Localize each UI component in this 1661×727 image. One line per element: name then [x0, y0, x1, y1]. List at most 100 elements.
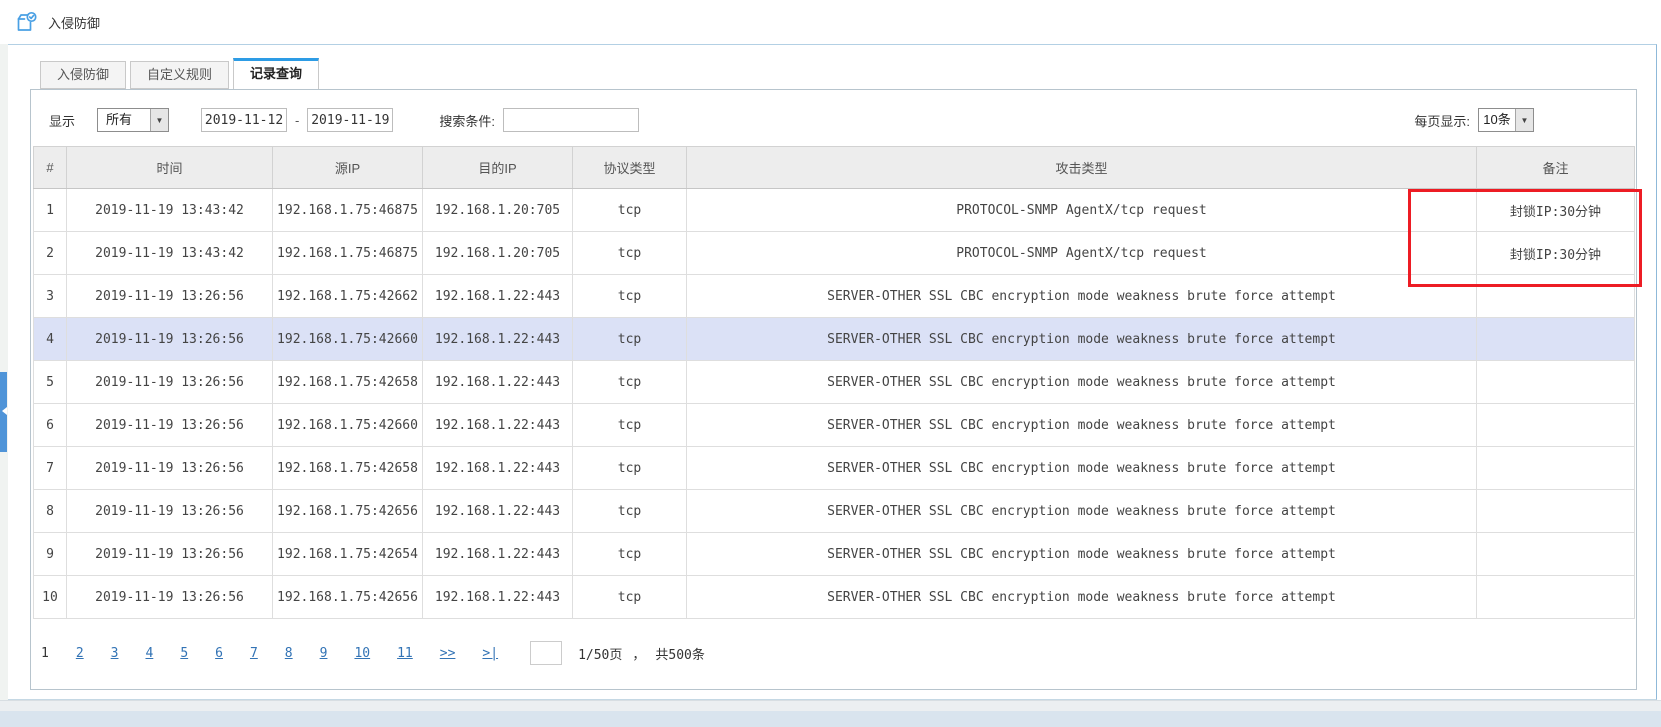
cell-source-ip: 192.168.1.75:42662 — [273, 275, 423, 318]
page-jump-input[interactable] — [530, 641, 562, 665]
cell-dest-ip: 192.168.1.22:443 — [423, 447, 573, 490]
date-to-input[interactable] — [307, 108, 393, 132]
cell-dest-ip: 192.168.1.22:443 — [423, 275, 573, 318]
cell-attack-type: PROTOCOL-SNMP AgentX/tcp request — [687, 232, 1477, 275]
tab-自定义规则[interactable]: 自定义规则 — [130, 61, 229, 89]
page-link[interactable]: 4 — [145, 646, 153, 661]
table-row[interactable]: 2 2019-11-19 13:43:42 192.168.1.75:46875… — [34, 232, 1635, 275]
cell-index: 5 — [34, 361, 67, 404]
cell-source-ip: 192.168.1.75:42658 — [273, 447, 423, 490]
search-input[interactable] — [503, 108, 639, 132]
cell-time: 2019-11-19 13:43:42 — [67, 232, 273, 275]
cell-protocol: tcp — [573, 232, 687, 275]
cell-time: 2019-11-19 13:26:56 — [67, 318, 273, 361]
table-row[interactable]: 6 2019-11-19 13:26:56 192.168.1.75:42660… — [34, 404, 1635, 447]
cell-attack-type: SERVER-OTHER SSL CBC encryption mode wea… — [687, 275, 1477, 318]
table-row[interactable]: 1 2019-11-19 13:43:42 192.168.1.75:46875… — [34, 189, 1635, 232]
column-header: 协议类型 — [573, 147, 687, 189]
table-row[interactable]: 8 2019-11-19 13:26:56 192.168.1.75:42656… — [34, 490, 1635, 533]
cell-source-ip: 192.168.1.75:42656 — [273, 576, 423, 619]
cell-source-ip: 192.168.1.75:46875 — [273, 189, 423, 232]
cell-dest-ip: 192.168.1.20:705 — [423, 189, 573, 232]
bottom-band-light — [0, 700, 1661, 711]
page-title: 入侵防御 — [48, 13, 100, 32]
page-link[interactable]: 3 — [111, 646, 119, 661]
column-header: 时间 — [67, 147, 273, 189]
page-link[interactable]: 8 — [285, 646, 293, 661]
per-page-select-value: 10条 — [1479, 109, 1515, 131]
cell-time: 2019-11-19 13:26:56 — [67, 404, 273, 447]
page-info: 1/50页 — [578, 644, 622, 663]
cell-attack-type: SERVER-OTHER SSL CBC encryption mode wea… — [687, 533, 1477, 576]
search-label: 搜索条件: — [439, 111, 495, 130]
sidebar-collapse-handle[interactable] — [0, 372, 7, 452]
page-info-separator: ， — [632, 644, 645, 663]
log-table: #时间源IP目的IP协议类型攻击类型备注 1 2019-11-19 13:43:… — [33, 146, 1635, 619]
column-header: 源IP — [273, 147, 423, 189]
page-link[interactable]: 7 — [250, 646, 258, 661]
pagination: 1 234567891011 >> >| 1/50页 ， 共500条 — [39, 641, 1636, 665]
page-link[interactable]: 11 — [397, 646, 413, 661]
cell-protocol: tcp — [573, 447, 687, 490]
current-page: 1 — [41, 646, 49, 661]
log-table-body: 1 2019-11-19 13:43:42 192.168.1.75:46875… — [34, 189, 1635, 619]
cell-note — [1477, 447, 1635, 490]
page-header: 入侵防御 — [0, 0, 1661, 44]
page-link[interactable]: 2 — [76, 646, 84, 661]
table-row[interactable]: 5 2019-11-19 13:26:56 192.168.1.75:42658… — [34, 361, 1635, 404]
cell-protocol: tcp — [573, 404, 687, 447]
cell-note — [1477, 361, 1635, 404]
cell-time: 2019-11-19 13:26:56 — [67, 275, 273, 318]
cell-source-ip: 192.168.1.75:42654 — [273, 533, 423, 576]
cell-attack-type: SERVER-OTHER SSL CBC encryption mode wea… — [687, 404, 1477, 447]
page-links: 2 3 4 5 6 7 8 9 10 11 — [49, 646, 413, 661]
last-page-link[interactable]: >| — [482, 646, 498, 661]
cell-index: 6 — [34, 404, 67, 447]
cell-source-ip: 192.168.1.75:42658 — [273, 361, 423, 404]
table-row[interactable]: 4 2019-11-19 13:26:56 192.168.1.75:42660… — [34, 318, 1635, 361]
page-link[interactable]: 6 — [215, 646, 223, 661]
cell-index: 1 — [34, 189, 67, 232]
tab-记录查询[interactable]: 记录查询 — [233, 58, 319, 89]
table-row[interactable]: 10 2019-11-19 13:26:56 192.168.1.75:4265… — [34, 576, 1635, 619]
cell-index: 2 — [34, 232, 67, 275]
tab-入侵防御[interactable]: 入侵防御 — [40, 61, 126, 89]
per-page-select[interactable]: 10条 ▼ — [1478, 108, 1534, 132]
table-row[interactable]: 9 2019-11-19 13:26:56 192.168.1.75:42654… — [34, 533, 1635, 576]
cell-attack-type: PROTOCOL-SNMP AgentX/tcp request — [687, 189, 1477, 232]
cell-attack-type: SERVER-OTHER SSL CBC encryption mode wea… — [687, 576, 1477, 619]
date-from-input[interactable] — [201, 108, 287, 132]
per-page-label: 每页显示: — [1414, 111, 1470, 130]
page-link[interactable]: 9 — [320, 646, 328, 661]
page-link[interactable]: 10 — [354, 646, 370, 661]
cell-attack-type: SERVER-OTHER SSL CBC encryption mode wea… — [687, 447, 1477, 490]
intrusion-prevention-icon — [14, 10, 38, 34]
cell-note — [1477, 490, 1635, 533]
cell-index: 3 — [34, 275, 67, 318]
cell-source-ip: 192.168.1.75:42660 — [273, 404, 423, 447]
cell-source-ip: 192.168.1.75:42660 — [273, 318, 423, 361]
cell-protocol: tcp — [573, 533, 687, 576]
page-link[interactable]: 5 — [180, 646, 188, 661]
display-select-value: 所有 — [98, 109, 150, 131]
cell-time: 2019-11-19 13:26:56 — [67, 576, 273, 619]
table-row[interactable]: 7 2019-11-19 13:26:56 192.168.1.75:42658… — [34, 447, 1635, 490]
column-header: 备注 — [1477, 147, 1635, 189]
cell-protocol: tcp — [573, 318, 687, 361]
cell-protocol: tcp — [573, 490, 687, 533]
chevron-down-icon: ▼ — [1515, 109, 1533, 131]
cell-index: 10 — [34, 576, 67, 619]
next-group-link[interactable]: >> — [440, 646, 456, 661]
tab-content: 显示 所有 ▼ - 搜索条件: 每页显示: 10条 ▼ — [30, 89, 1637, 690]
cell-dest-ip: 192.168.1.22:443 — [423, 490, 573, 533]
filter-row: 显示 所有 ▼ - 搜索条件: 每页显示: 10条 ▼ — [31, 90, 1636, 134]
cell-index: 8 — [34, 490, 67, 533]
chevron-down-icon: ▼ — [150, 109, 168, 131]
cell-dest-ip: 192.168.1.20:705 — [423, 232, 573, 275]
display-select[interactable]: 所有 ▼ — [97, 108, 169, 132]
table-row[interactable]: 3 2019-11-19 13:26:56 192.168.1.75:42662… — [34, 275, 1635, 318]
tab-bar: 入侵防御自定义规则记录查询 — [40, 58, 323, 89]
date-range-separator: - — [295, 113, 299, 128]
bottom-band-blue — [0, 711, 1661, 727]
cell-time: 2019-11-19 13:26:56 — [67, 533, 273, 576]
